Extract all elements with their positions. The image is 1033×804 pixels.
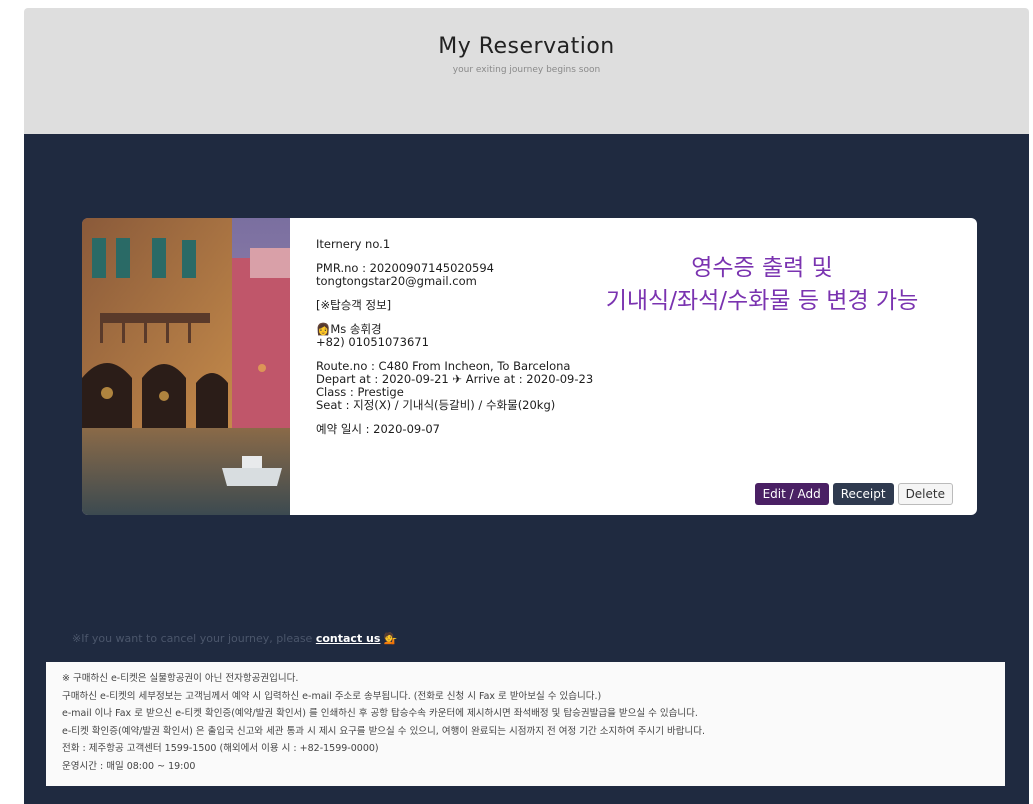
notice-line: 운영시간 : 매일 08:00 ~ 19:00 [62,760,196,772]
email-address: tongtongstar20@gmail.com [316,274,477,288]
notice-line: e-mail 이나 Fax 로 받으신 e-티켓 확인증(예약/발권 확인서) … [62,708,698,719]
notice-line: 구매하신 e-티켓의 세부정보는 고객님께서 예약 시 입력하신 e-mail … [62,690,602,702]
person-icon: 👩 [316,322,331,336]
support-agent-icon: 💁 [383,632,398,645]
promo-line-1: 영수증 출력 및 [691,255,833,281]
contact-us-link[interactable]: contact us [316,632,381,645]
passenger-phone: +82) 01051073671 [316,335,429,349]
main-section: Iternery no.1 PMR.no : 20200907145020594… [24,134,1029,804]
notice-line: 전화 : 제주항공 고객센터 1599-1500 (해외에서 이용 시 : +8… [62,743,379,754]
delete-button[interactable]: Delete [897,483,953,505]
depart-date: Depart at : 2020-09-21 [316,372,449,386]
page-title: My Reservation [438,34,615,59]
promo-text: 영수증 출력 및 기내식/좌석/수화물 등 변경 가능 [562,252,962,318]
receipt-button[interactable]: Receipt [832,483,894,505]
itinerary-number: Iternery no.1 [316,237,391,251]
airplane-icon: ✈ [452,372,463,386]
cancel-text: ※If you want to cancel your journey, ple… [72,632,313,645]
notice-line: ※ 구매하신 e-티켓은 실물항공권이 아닌 전자항공권입니다. [62,673,299,684]
arrive-date: Arrive at : 2020-09-23 [465,372,594,386]
reservation-card: Iternery no.1 PMR.no : 20200907145020594… [290,218,977,515]
destination-photo [82,218,292,515]
seat-info: Seat : 지정(X) / 기내식(등갈비) / 수화물(20kg) [316,398,556,412]
promo-line-2: 기내식/좌석/수화물 등 변경 가능 [605,288,919,314]
booking-date: 예약 일시 : 2020-09-07 [316,422,440,436]
reservation-info: Iternery no.1 PMR.no : 20200907145020594… [316,238,593,436]
edit-add-button[interactable]: Edit / Add [754,483,829,505]
passenger-name: Ms 송휘경 [330,322,382,336]
action-buttons: Edit / Add Receipt Delete [754,483,953,505]
page-subtitle: your exiting journey begins soon [452,65,601,75]
notice-line: e-티켓 확인증(예약/발권 확인서) 은 출입국 신고와 세관 통과 시 제시… [62,725,705,737]
ticket-notice: ※ 구매하신 e-티켓은 실물항공권이 아닌 전자항공권입니다. 구매하신 e-… [46,662,1005,786]
page-header: My Reservation your exiting journey begi… [24,8,1029,134]
cancel-notice: ※If you want to cancel your journey, ple… [72,632,398,645]
passenger-header: [※탑승객 정보] [316,298,392,312]
